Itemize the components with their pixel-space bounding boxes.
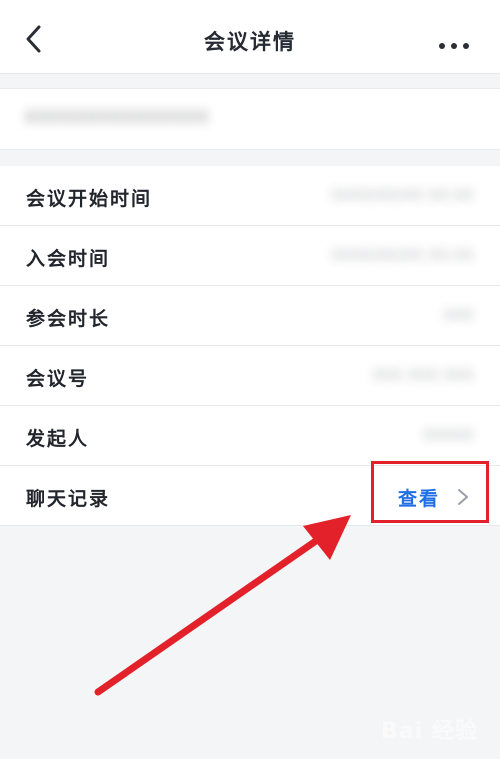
watermark: Bai 经验 (381, 719, 478, 744)
detail-label: 会议开始时间 (26, 188, 153, 210)
view-chat-link[interactable]: 查看 (398, 484, 440, 511)
top-navigation-bar: 会议详情 (0, 0, 500, 74)
detail-row-duration: 参会时长 XXX (0, 286, 500, 346)
detail-label: 入会时间 (26, 248, 111, 270)
chat-history-label: 聊天记录 (26, 488, 111, 510)
detail-label: 发起人 (26, 428, 90, 450)
meeting-name: XXXXXXXXXXXXXXX (24, 107, 209, 128)
detail-value: XXXXX (422, 426, 474, 444)
detail-label: 会议号 (26, 368, 90, 390)
detail-row-meeting-id: 会议号 XXX XXX XXX (0, 346, 500, 406)
detail-label: 参会时长 (26, 308, 111, 330)
detail-value: XXX XXX XXX (371, 366, 474, 384)
meeting-name-card: XXXXXXXXXXXXXXX (0, 88, 500, 150)
chevron-right-icon (458, 489, 468, 505)
detail-row-host: 发起人 XXXXX (0, 406, 500, 466)
more-dots-icon (439, 43, 469, 49)
meeting-details-list: 会议开始时间 XXXX/XX/XX XX:XX 入会时间 XXXX/XX/XX … (0, 166, 500, 526)
detail-value: XXXX/XX/XX XX:XX (330, 246, 474, 264)
detail-value: XXXX/XX/XX XX:XX (330, 186, 474, 204)
detail-row-start-time: 会议开始时间 XXXX/XX/XX XX:XX (0, 166, 500, 226)
more-button[interactable] (434, 28, 474, 52)
page-title: 会议详情 (204, 30, 296, 54)
detail-row-join-time: 入会时间 XXXX/XX/XX XX:XX (0, 226, 500, 286)
chat-history-row[interactable]: 聊天记录 查看 (0, 466, 500, 526)
detail-value: XXX (443, 306, 474, 324)
